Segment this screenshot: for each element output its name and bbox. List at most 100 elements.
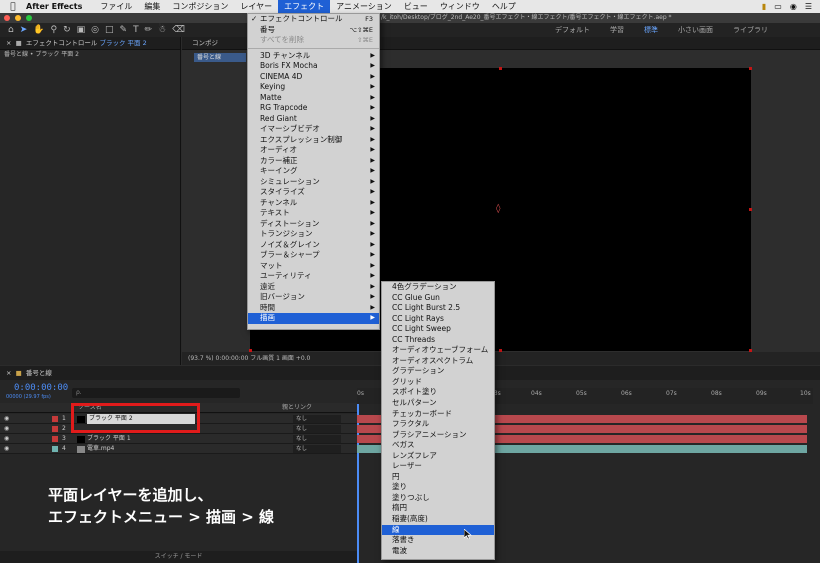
menu-edit[interactable]: 編集 — [138, 0, 166, 13]
label-color-swatch[interactable] — [52, 446, 58, 452]
parent-link-header[interactable]: 親とリンク — [282, 403, 312, 413]
selection-tool-icon[interactable]: ➤ — [20, 25, 28, 35]
label-color-swatch[interactable] — [52, 426, 58, 432]
effect-controls-tab[interactable]: × ■ エフェクトコントロール ブラック 平面 2 — [0, 37, 180, 50]
workspace-libraries[interactable]: ライブラリ — [733, 25, 768, 35]
draw-menu-item[interactable]: レーザー — [382, 461, 494, 472]
window-controls[interactable] — [0, 14, 33, 21]
effect-menu-item[interactable]: テキスト ▶ — [248, 208, 379, 219]
draw-menu-item[interactable]: フラクタル — [382, 419, 494, 430]
eraser-tool-icon[interactable]: ⌫ — [172, 25, 185, 35]
effect-menu-item[interactable]: エクスプレッション制御 ▶ — [248, 135, 379, 146]
pen-tool-icon[interactable]: ✎ — [120, 25, 128, 35]
workspace-standard[interactable]: 標準 — [644, 25, 658, 35]
zoom-tool-icon[interactable]: ⚲ — [50, 25, 57, 35]
layer-name[interactable]: ブラック 平面 1 — [87, 434, 131, 444]
composition-footer-text[interactable]: (93.7 %) 0:00:00:00 フル画質 1 画面 +0.0 — [188, 355, 310, 362]
effect-menu-item[interactable]: ブラー＆シャープ ▶ — [248, 250, 379, 261]
menu-view[interactable]: ビュー — [398, 0, 434, 13]
draw-menu-item[interactable]: 塗りつぶし — [382, 493, 494, 504]
app-name[interactable]: After Effects — [26, 2, 82, 11]
type-tool-icon[interactable]: T — [133, 25, 139, 35]
effect-menu-item[interactable]: 番号 ⌥⇧⌘E — [248, 25, 379, 36]
draw-menu-item[interactable]: 円 — [382, 472, 494, 483]
workspace-learn[interactable]: 学習 — [610, 25, 624, 35]
draw-menu-item[interactable]: オーディオウェーブフォーム — [382, 345, 494, 356]
close-icon[interactable]: × — [6, 39, 14, 47]
draw-menu-item[interactable]: 稲妻(高度) — [382, 514, 494, 525]
parent-select[interactable]: なし — [293, 445, 341, 453]
effect-menu-item[interactable]: トランジション ▶ — [248, 229, 379, 240]
battery-icon[interactable]: ▭ — [774, 2, 782, 11]
hand-tool-icon[interactable]: ✋ — [33, 25, 44, 35]
transform-handle[interactable] — [749, 208, 752, 211]
menu-effect[interactable]: エフェクト — [278, 0, 331, 13]
draw-menu-item[interactable]: CC Glue Gun — [382, 293, 494, 304]
draw-menu-item[interactable]: ブラシアニメーション — [382, 430, 494, 441]
close-window-icon[interactable] — [4, 15, 10, 21]
draw-menu-item[interactable]: CC Light Rays — [382, 314, 494, 325]
wifi-icon[interactable]: ◉ — [790, 2, 797, 11]
parent-select[interactable]: なし — [293, 425, 341, 433]
brush-tool-icon[interactable]: ✏ — [145, 25, 153, 35]
rotate-tool-icon[interactable]: ↻ — [63, 25, 71, 35]
effect-menu-item[interactable]: キーイング ▶ — [248, 166, 379, 177]
close-icon[interactable]: × — [6, 369, 14, 377]
draw-menu-item[interactable]: 線 — [382, 524, 494, 536]
workspace-small-screen[interactable]: 小さい画面 — [678, 25, 713, 35]
draw-menu-item[interactable]: セルパターン — [382, 398, 494, 409]
effect-menu-item[interactable]: RG Trapcode ▶ — [248, 103, 379, 114]
draw-menu-item[interactable]: 電波 — [382, 546, 494, 557]
effect-menu-item[interactable]: イマーシブビデオ ▶ — [248, 124, 379, 135]
effect-menu-item[interactable]: スタイライズ ▶ — [248, 187, 379, 198]
effect-menu-item[interactable]: 時間 ▶ — [248, 303, 379, 314]
menu-window[interactable]: ウィンドウ — [434, 0, 486, 13]
draw-menu-item[interactable]: チェッカーボード — [382, 409, 494, 420]
switches-modes-toggle[interactable]: スイッチ / モード — [0, 551, 357, 563]
effect-menu-item[interactable]: Matte ▶ — [248, 93, 379, 104]
visibility-icon[interactable]: ◉ — [4, 434, 9, 444]
menu-animation[interactable]: アニメーション — [330, 0, 398, 13]
draw-menu-item[interactable]: 塗り — [382, 482, 494, 493]
current-timecode[interactable]: 0:00:00:00 — [14, 383, 68, 393]
label-color-swatch[interactable] — [52, 436, 58, 442]
layer-row[interactable]: ◉ 3 ブラック 平面 1 なし — [0, 434, 357, 444]
transform-handle[interactable] — [499, 67, 502, 70]
menu-help[interactable]: ヘルプ — [486, 0, 522, 13]
draw-menu-item[interactable]: CC Light Sweep — [382, 324, 494, 335]
layer-row[interactable]: ◉ 4 電車.mp4 なし — [0, 444, 357, 454]
pan-behind-tool-icon[interactable]: ◎ — [91, 25, 99, 35]
camera-tool-icon[interactable]: ▣ — [77, 25, 86, 35]
lock-icon[interactable]: ■ — [16, 39, 24, 47]
effect-menu-item[interactable]: シミュレーション ▶ — [248, 177, 379, 188]
draw-menu-item[interactable]: グリッド — [382, 377, 494, 388]
effect-menu-item[interactable]: チャンネル ▶ — [248, 198, 379, 209]
visibility-icon[interactable]: ◉ — [4, 444, 9, 454]
draw-menu-item[interactable]: グラデーション — [382, 366, 494, 377]
effect-menu-item[interactable]: Boris FX Mocha ▶ — [248, 61, 379, 72]
home-icon[interactable]: ⌂ — [8, 25, 14, 35]
menu-layer[interactable]: レイヤー — [234, 0, 278, 13]
menu-composition[interactable]: コンポジション — [166, 0, 234, 13]
parent-select[interactable]: なし — [293, 435, 341, 443]
effect-menu-item[interactable]: 描画 ▶ — [248, 313, 379, 324]
effect-menu-item[interactable]: CINEMA 4D ▶ — [248, 72, 379, 83]
effect-menu-item[interactable]: カラー補正 ▶ — [248, 156, 379, 167]
draw-menu-item[interactable]: ベガス — [382, 440, 494, 451]
composition-subtab[interactable]: 番号と線 — [194, 53, 246, 62]
effect-menu-item[interactable]: ユーティリティ ▶ — [248, 271, 379, 282]
layer-name[interactable]: 電車.mp4 — [87, 444, 114, 454]
parent-select[interactable]: なし — [293, 415, 341, 423]
stamp-tool-icon[interactable]: ☃ — [158, 25, 166, 35]
draw-menu-item[interactable]: 楕円 — [382, 503, 494, 514]
apple-icon[interactable]:  — [0, 2, 26, 12]
effect-menu-item[interactable]: 3D チャンネル ▶ — [248, 51, 379, 62]
visibility-icon[interactable]: ◉ — [4, 414, 9, 424]
workspace-default[interactable]: デフォルト — [555, 25, 590, 35]
draw-menu-item[interactable]: CC Light Burst 2.5 — [382, 303, 494, 314]
effect-menu-item[interactable]: Red Giant ▶ — [248, 114, 379, 125]
draw-menu-item[interactable]: スポイト塗り — [382, 387, 494, 398]
menu-file[interactable]: ファイル — [94, 0, 138, 13]
draw-menu-item[interactable]: レンズフレア — [382, 451, 494, 462]
control-center-icon[interactable]: ☰ — [805, 2, 812, 11]
